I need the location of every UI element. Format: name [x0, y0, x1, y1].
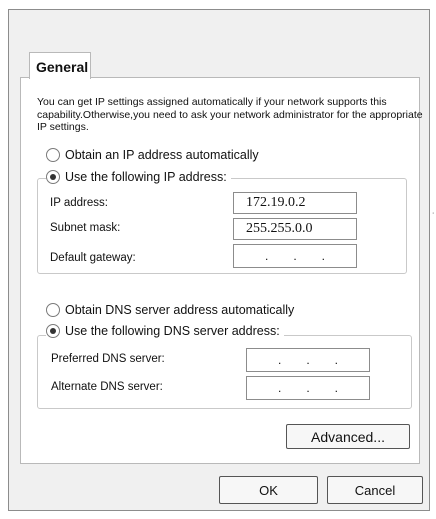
ip-auto-radio[interactable] [46, 148, 60, 162]
ip-address-label: IP address: [50, 197, 108, 209]
dns-auto-option[interactable]: Obtain DNS server address automatically [46, 303, 299, 317]
ip-manual-label: Use the following IP address: [65, 170, 227, 184]
intro-text: You can get IP settings assigned automat… [37, 96, 423, 133]
subnet-mask-label: Subnet mask: [50, 222, 121, 234]
advanced-button[interactable]: Advanced... [286, 424, 410, 449]
gateway-dot-1: . [264, 249, 269, 263]
dns-manual-option[interactable]: Use the following DNS server address: [46, 324, 284, 338]
preferred-dns-input[interactable]: . . . [246, 348, 370, 372]
ok-button[interactable]: OK [219, 476, 318, 504]
gateway-dot-3: . [321, 249, 325, 263]
ip-auto-option[interactable]: Obtain an IP address automatically [46, 148, 263, 162]
dns-manual-label: Use the following DNS server address: [65, 324, 280, 338]
preferred-dns-dot-1: . [277, 353, 282, 367]
alternate-dns-dot-2: . [306, 381, 310, 395]
preferred-dns-dot-2: . [306, 353, 310, 367]
dns-manual-radio[interactable] [46, 324, 60, 338]
tab-general[interactable]: General [29, 52, 91, 79]
subnet-mask-input[interactable]: 255.255.0.0 [233, 218, 357, 240]
alternate-dns-dot-3: . [334, 381, 338, 395]
alternate-dns-label: Alternate DNS server: [51, 381, 163, 393]
ip-auto-label: Obtain an IP address automatically [65, 148, 259, 162]
gateway-dot-2: . [293, 249, 297, 263]
dns-auto-radio[interactable] [46, 303, 60, 317]
edge-mark: ˙ [432, 212, 436, 223]
default-gateway-label: Default gateway: [50, 252, 136, 264]
ip-address-input[interactable]: 172.19.0.2 [233, 192, 357, 214]
dns-auto-label: Obtain DNS server address automatically [65, 303, 295, 317]
default-gateway-input[interactable]: . . . [233, 244, 357, 268]
preferred-dns-label: Preferred DNS server: [51, 353, 165, 365]
alternate-dns-dot-1: . [277, 381, 282, 395]
alternate-dns-input[interactable]: . . . [246, 376, 370, 400]
ip-manual-radio[interactable] [46, 170, 60, 184]
ip-manual-option[interactable]: Use the following IP address: [46, 170, 231, 184]
preferred-dns-dot-3: . [334, 353, 338, 367]
cancel-button[interactable]: Cancel [327, 476, 423, 504]
